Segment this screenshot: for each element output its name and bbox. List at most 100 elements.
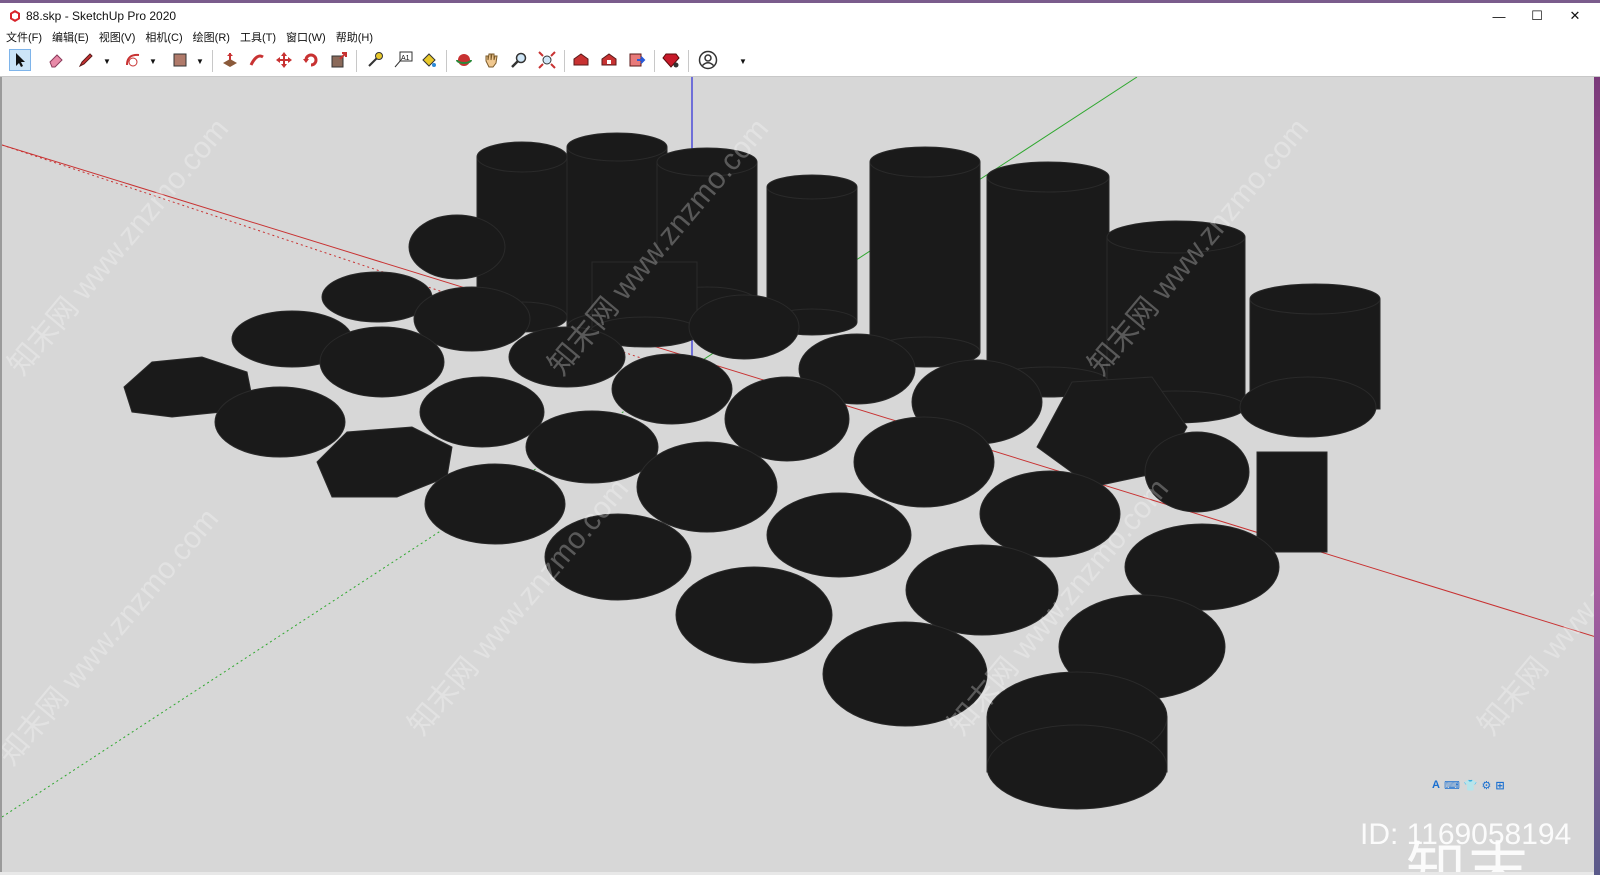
ime-settings-icon[interactable]: ⚙ — [1482, 779, 1492, 792]
disc-1 — [408, 214, 506, 280]
ruby-console-button[interactable] — [660, 49, 682, 71]
account-dropdown-icon[interactable]: ▼ — [738, 52, 748, 70]
disc-11 — [419, 376, 545, 448]
3d-warehouse-button[interactable] — [570, 49, 592, 71]
menu-draw[interactable]: 绘图(R) — [188, 29, 235, 47]
minimize-button[interactable]: — — [1480, 5, 1518, 27]
rectangle-icon — [173, 53, 187, 67]
move-icon — [276, 52, 292, 68]
menu-view[interactable]: 视图(V) — [94, 29, 141, 47]
paint-tool-button[interactable] — [418, 49, 440, 71]
pan-tool-button[interactable] — [480, 49, 502, 71]
user-account-icon — [698, 50, 718, 70]
cylinder-front — [986, 671, 1168, 810]
disc-21 — [675, 566, 833, 664]
toolbar-separator — [212, 50, 213, 72]
zoom-extents-icon — [538, 51, 556, 69]
tape-measure-tool-button[interactable] — [364, 49, 386, 71]
minimize-icon: — — [1492, 8, 1506, 24]
close-button[interactable]: ✕ — [1556, 5, 1594, 27]
push-pull-tool-button[interactable] — [219, 49, 241, 71]
send-to-layout-button[interactable] — [626, 49, 648, 71]
orbit-icon — [456, 54, 472, 66]
menu-camera[interactable]: 相机(C) — [140, 29, 187, 47]
orbit-tool-button[interactable] — [453, 49, 475, 71]
hand-icon — [485, 53, 498, 68]
push-pull-icon — [223, 53, 237, 67]
disc-13 — [525, 410, 659, 484]
small-cylinder — [1256, 451, 1328, 553]
follow-me-tool-button[interactable] — [246, 49, 268, 71]
menu-help[interactable]: 帮助(H) — [331, 29, 378, 47]
model-scene: 知末网 www.znzmo.com 知末网 www.znzmo.com 知末网 … — [2, 77, 1594, 818]
watermark-id: ID: 1169058194 — [1360, 818, 1572, 851]
toolbar-separator — [446, 50, 447, 72]
text-tool-button[interactable]: A1 — [392, 49, 414, 71]
ime-toolbar[interactable]: A ⌨ 👕 ⚙ ⊞ — [1432, 776, 1505, 794]
arc-tool-button[interactable] — [122, 49, 144, 71]
toolbar: ▼ ▼ ▼ A1 ▼ — [0, 46, 1600, 77]
pencil-icon — [78, 53, 93, 68]
watermark-text: 知末网 www.znzmo.com — [2, 503, 225, 772]
scale-tool-button[interactable] — [328, 49, 350, 71]
ime-grid-icon[interactable]: ⊞ — [1495, 779, 1504, 792]
arc-dropdown-icon[interactable]: ▼ — [148, 52, 158, 70]
toolbar-separator — [564, 50, 565, 72]
rotate-icon — [303, 53, 318, 67]
ruby-gem-icon — [662, 53, 680, 68]
disc-14 — [853, 416, 995, 508]
menu-file[interactable]: 文件(F) — [0, 29, 47, 47]
skin-icon[interactable]: 👕 — [1464, 779, 1478, 792]
toolbar-separator — [356, 50, 357, 72]
arc-icon — [126, 53, 140, 67]
toolbar-separator — [688, 50, 689, 72]
eraser-tool-button[interactable] — [45, 49, 67, 71]
menu-tools[interactable]: 工具(T) — [235, 29, 281, 47]
keyboard-icon[interactable]: ⌨ — [1444, 779, 1460, 792]
arrow-cursor-icon — [16, 53, 25, 67]
cylinder-8 — [1239, 283, 1381, 438]
zoom-extents-tool-button[interactable] — [536, 49, 558, 71]
rotate-tool-button[interactable] — [300, 49, 322, 71]
text-label-icon: A1 — [394, 51, 413, 68]
3d-viewport[interactable]: 知末网 www.znzmo.com 知末网 www.znzmo.com 知末网 … — [0, 77, 1594, 872]
menu-window[interactable]: 窗口(W) — [281, 29, 331, 47]
disc-8 — [611, 353, 733, 425]
pencil-dropdown-icon[interactable]: ▼ — [102, 52, 112, 70]
account-button[interactable] — [697, 49, 719, 71]
select-tool-button[interactable] — [9, 49, 31, 71]
paint-bucket-icon — [422, 53, 436, 67]
scale-icon — [331, 52, 347, 68]
disc-17 — [636, 441, 778, 533]
disc-5 — [319, 326, 445, 398]
follow-me-icon — [249, 54, 264, 66]
gear-part-2 — [214, 386, 346, 458]
extension-warehouse-icon — [601, 53, 617, 66]
disc-18 — [766, 492, 912, 578]
tape-measure-icon — [368, 52, 383, 67]
zoom-tool-button[interactable] — [508, 49, 530, 71]
menu-edit[interactable]: 编辑(E) — [47, 29, 94, 47]
cylinder-5 — [869, 146, 981, 368]
zoom-icon — [511, 52, 527, 68]
disc-16 — [424, 463, 566, 545]
title-bar: 88.skp - SketchUp Pro 2020 — ☐ ✕ — [0, 0, 1600, 28]
maximize-icon: ☐ — [1531, 8, 1543, 23]
watermark-text: 知末网 www.znzmo.com — [1472, 473, 1594, 742]
eraser-icon — [49, 54, 63, 68]
layout-icon — [629, 53, 646, 67]
toolbar-separator — [654, 50, 655, 72]
move-tool-button[interactable] — [273, 49, 295, 71]
desktop-edge — [1594, 77, 1600, 875]
watermark-text: 知末网 www.znzmo.com — [2, 113, 235, 382]
shape-tool-button[interactable] — [169, 49, 191, 71]
svg-text:A1: A1 — [401, 55, 410, 62]
maximize-button[interactable]: ☐ — [1518, 5, 1556, 27]
shape-dropdown-icon[interactable]: ▼ — [195, 52, 205, 70]
ime-letter-icon[interactable]: A — [1432, 779, 1440, 791]
warehouse-icon — [573, 53, 589, 66]
close-icon: ✕ — [1569, 8, 1581, 23]
extension-warehouse-button[interactable] — [598, 49, 620, 71]
window-title: 88.skp - SketchUp Pro 2020 — [26, 9, 177, 23]
pencil-tool-button[interactable] — [75, 49, 97, 71]
